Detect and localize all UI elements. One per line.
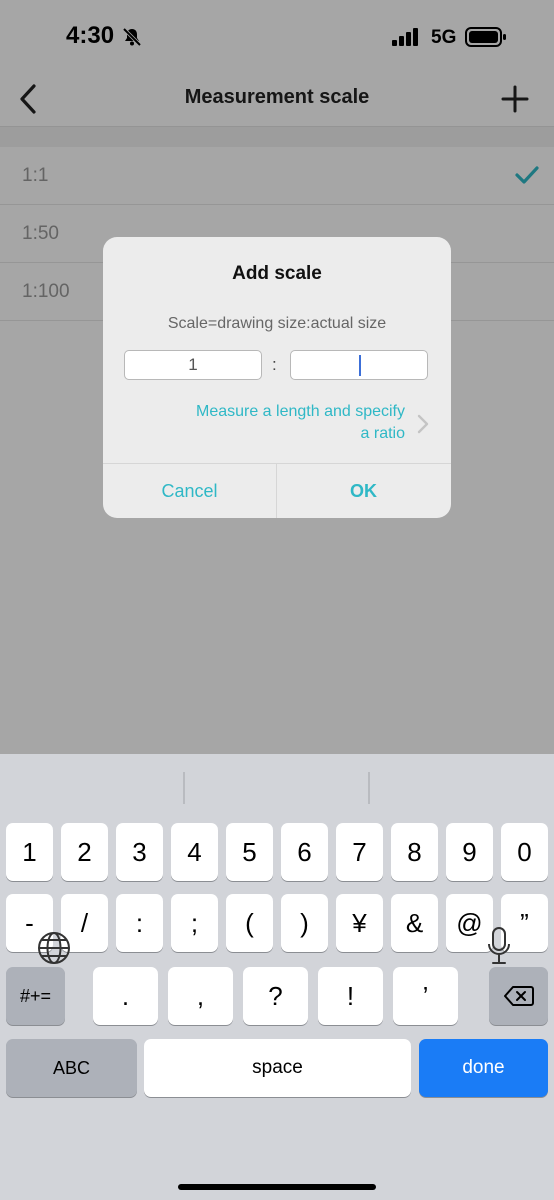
key-apostrophe[interactable]: ’ — [393, 967, 458, 1025]
key-3[interactable]: 3 — [116, 823, 163, 881]
home-indicator — [178, 1184, 376, 1190]
microphone-icon[interactable] — [486, 926, 512, 966]
suggestion-divider — [183, 772, 185, 804]
add-scale-dialog: Add scale Scale=drawing size:actual size… — [103, 237, 451, 518]
delete-key[interactable] — [489, 967, 548, 1025]
key-8[interactable]: 8 — [391, 823, 438, 881]
key-colon[interactable]: : — [116, 894, 163, 952]
key-question[interactable]: ? — [243, 967, 308, 1025]
measure-link-line1: Measure a length and specify — [195, 403, 405, 420]
key-open-paren[interactable]: ( — [226, 894, 273, 952]
key-exclamation[interactable]: ! — [318, 967, 383, 1025]
key-comma[interactable]: , — [168, 967, 233, 1025]
chevron-right-icon — [417, 414, 429, 434]
key-semicolon[interactable]: ; — [171, 894, 218, 952]
key-ampersand[interactable]: & — [391, 894, 438, 952]
key-4[interactable]: 4 — [171, 823, 218, 881]
suggestion-divider — [368, 772, 370, 804]
key-period[interactable]: . — [93, 967, 158, 1025]
ok-button[interactable]: OK — [277, 464, 450, 518]
drawing-size-input[interactable]: 1 — [124, 350, 262, 380]
abc-key[interactable]: ABC — [6, 1039, 137, 1097]
key-yen[interactable]: ¥ — [336, 894, 383, 952]
space-key[interactable]: space — [144, 1039, 411, 1097]
backspace-icon — [503, 986, 534, 1006]
key-6[interactable]: 6 — [281, 823, 328, 881]
measure-link-line2: a ratio — [360, 425, 405, 442]
actual-size-input[interactable] — [290, 350, 428, 380]
key-0[interactable]: 0 — [501, 823, 548, 881]
text-caret — [359, 355, 361, 376]
keyboard: 1 2 3 4 5 6 7 8 9 0 - / : ; ( ) ¥ & @ ” … — [0, 754, 554, 1200]
globe-icon[interactable] — [36, 930, 72, 966]
symbols-toggle-key[interactable]: #+= — [6, 967, 65, 1025]
key-1[interactable]: 1 — [6, 823, 53, 881]
dialog-title: Add scale — [232, 263, 322, 284]
key-7[interactable]: 7 — [336, 823, 383, 881]
done-key[interactable]: done — [419, 1039, 548, 1097]
dialog-subtitle: Scale=drawing size:actual size — [167, 315, 387, 332]
ratio-separator: : — [272, 355, 277, 374]
cancel-button[interactable]: Cancel — [103, 464, 276, 518]
key-5[interactable]: 5 — [226, 823, 273, 881]
key-2[interactable]: 2 — [61, 823, 108, 881]
measure-length-link[interactable]: Measure a length and specify a ratio — [143, 401, 405, 445]
key-9[interactable]: 9 — [446, 823, 493, 881]
key-close-paren[interactable]: ) — [281, 894, 328, 952]
